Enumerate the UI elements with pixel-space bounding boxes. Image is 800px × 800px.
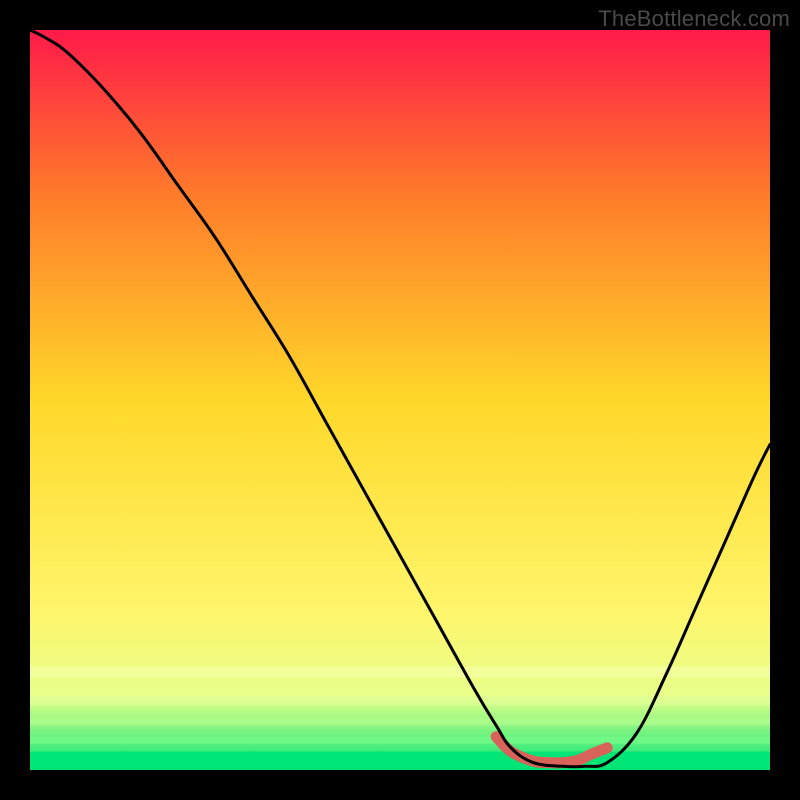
green-baseline [30,752,770,771]
band-stripe [30,666,770,677]
chart-svg [30,30,770,770]
plot-area [30,30,770,770]
band-stripe [30,737,770,744]
band-stripe [30,696,770,705]
chart-frame: TheBottleneck.com [0,0,800,800]
gradient-background [30,30,770,770]
band-stripe [30,718,770,725]
watermark-text: TheBottleneck.com [598,6,790,32]
